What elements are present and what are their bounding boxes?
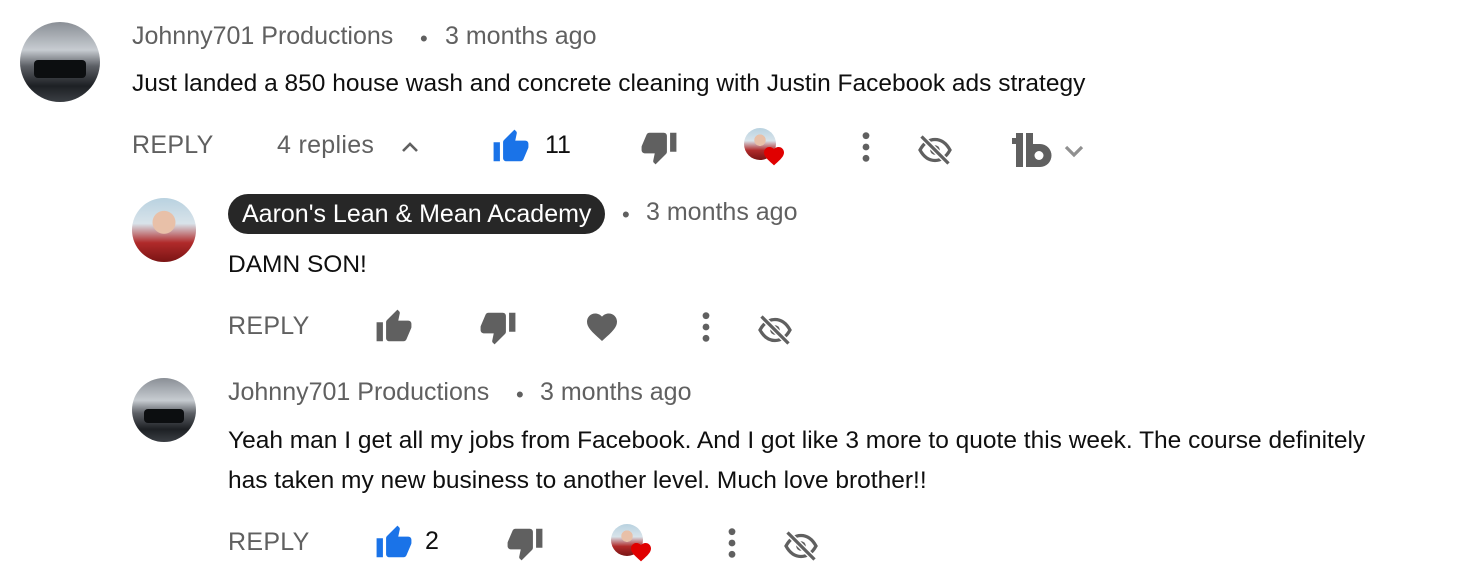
creator-heart-icon[interactable] (611, 524, 655, 566)
thumb-up-icon[interactable] (375, 524, 413, 562)
replies-count-label: 4 replies (277, 131, 375, 159)
more-vert-icon[interactable] (718, 526, 746, 560)
hide-icon[interactable] (757, 312, 793, 348)
hide-icon[interactable] (783, 528, 819, 564)
reply-button[interactable]: REPLY (132, 131, 214, 160)
thumb-up-icon[interactable] (375, 308, 413, 346)
more-vert-icon[interactable] (852, 130, 880, 164)
like-count: 11 (545, 131, 571, 159)
avatar[interactable] (132, 378, 196, 442)
comment-timestamp[interactable]: 3 months ago (445, 22, 597, 51)
separator-dot: • (420, 26, 428, 51)
owner-author-badge[interactable]: Aaron's Lean & Mean Academy (228, 194, 606, 234)
reply-button[interactable]: REPLY (228, 528, 310, 557)
heart-icon[interactable] (584, 309, 620, 345)
hide-icon[interactable] (917, 132, 953, 168)
heart-icon (764, 147, 784, 166)
more-vert-icon[interactable] (692, 310, 720, 344)
comment-text-line: Yeah man I get all my jobs from Facebook… (228, 427, 1366, 454)
separator-dot: • (516, 382, 524, 407)
like-count: 2 (425, 527, 439, 555)
separator-dot: • (622, 202, 630, 227)
comment-text: Just landed a 850 house wash and concret… (132, 70, 1086, 97)
comment-timestamp[interactable]: 3 months ago (646, 198, 798, 227)
thumb-down-icon[interactable] (506, 524, 544, 562)
thumb-down-icon[interactable] (640, 128, 678, 166)
thumb-up-icon[interactable] (492, 128, 530, 166)
comment-timestamp[interactable]: 3 months ago (540, 378, 692, 407)
creator-heart-icon[interactable] (744, 128, 788, 170)
comment-text: DAMN SON! (228, 251, 367, 278)
thumb-down-icon[interactable] (479, 308, 517, 346)
heart-icon (631, 543, 651, 562)
chevron-up-icon[interactable] (398, 136, 422, 160)
chevron-down-icon[interactable] (1061, 139, 1087, 163)
reply-button[interactable]: REPLY (228, 312, 310, 341)
tubebuddy-icon[interactable] (1012, 133, 1054, 167)
comment-author[interactable]: Johnny701 Productions (132, 22, 393, 51)
avatar[interactable] (20, 22, 100, 102)
avatar[interactable] (132, 198, 196, 262)
view-replies-button[interactable]: 4 replies (277, 131, 374, 160)
comment-author[interactable]: Johnny701 Productions (228, 378, 489, 407)
comment-text-line: has taken my new business to another lev… (228, 467, 927, 494)
